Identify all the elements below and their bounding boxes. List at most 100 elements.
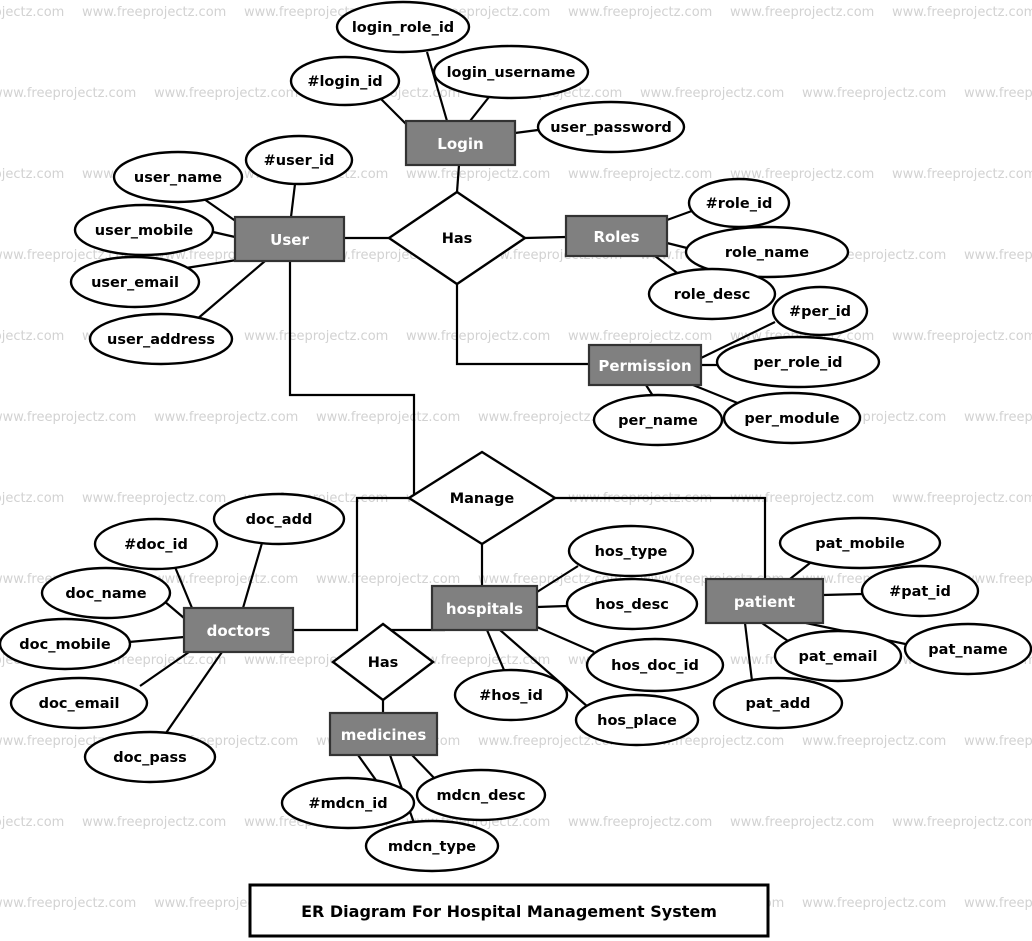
attribute-pat_add[interactable]: pat_add	[712, 676, 844, 730]
watermark-text: www.freeprojectz.com	[802, 734, 946, 749]
attribute-user_password[interactable]: user_password	[536, 100, 686, 154]
attribute-role_id[interactable]: #role_id	[687, 177, 791, 229]
relationship-label: Manage	[450, 491, 515, 507]
attribute-label: mdcn_desc	[436, 788, 525, 804]
attribute-label: hos_type	[595, 544, 668, 560]
watermark-text: www.freeprojectz.com	[0, 410, 136, 425]
attribute-per_name[interactable]: per_name	[592, 393, 724, 447]
entity-medicines[interactable]: medicines	[328, 711, 439, 757]
entity-label: Roles	[593, 228, 639, 246]
attribute-label: pat_email	[798, 649, 877, 665]
relationship-label: Has	[442, 231, 473, 247]
attribute-label: #role_id	[706, 196, 773, 212]
attribute-doc_add[interactable]: doc_add	[212, 492, 346, 546]
entity-user[interactable]: User	[233, 215, 346, 263]
attribute-user_email[interactable]: user_email	[69, 255, 201, 309]
watermark-text: www.freeprojectz.com	[0, 167, 64, 182]
attribute-label: per_role_id	[753, 355, 842, 371]
watermark-text: www.freeprojectz.com	[730, 5, 874, 20]
attribute-label: user_password	[550, 120, 672, 136]
watermark-text: www.freeprojectz.com	[892, 491, 1032, 506]
attribute-doc_email[interactable]: doc_email	[9, 676, 149, 730]
watermark-text: www.freeprojectz.com	[892, 167, 1032, 182]
attribute-doc_pass[interactable]: doc_pass	[83, 730, 217, 784]
attribute-label: #login_id	[307, 74, 382, 90]
attribute-mdcn_desc[interactable]: mdcn_desc	[415, 768, 547, 822]
attribute-pat_email[interactable]: pat_email	[773, 629, 903, 683]
attribute-per_id[interactable]: #per_id	[771, 285, 869, 337]
entity-doctors[interactable]: doctors	[182, 606, 295, 654]
entity-permission[interactable]: Permission	[587, 343, 703, 387]
entity-label: doctors	[207, 622, 271, 640]
attribute-pat_name[interactable]: pat_name	[903, 622, 1032, 676]
watermark-text: www.freeprojectz.com	[406, 329, 550, 344]
attribute-label: user_address	[107, 332, 215, 348]
attribute-label: doc_add	[246, 512, 313, 528]
attribute-pat_mobile[interactable]: pat_mobile	[778, 516, 942, 570]
attribute-user_mobile[interactable]: user_mobile	[73, 203, 215, 257]
attribute-role_desc[interactable]: role_desc	[647, 267, 777, 321]
watermark-text: www.freeprojectz.com	[964, 248, 1032, 263]
entity-login[interactable]: Login	[404, 119, 517, 167]
entity-label: Permission	[598, 357, 691, 375]
watermark-text: www.freeprojectz.com	[154, 410, 298, 425]
attribute-login_role_id[interactable]: login_role_id	[335, 0, 471, 54]
title-box: ER Diagram For Hospital Management Syste…	[248, 883, 770, 938]
attribute-label: user_email	[91, 275, 179, 291]
er-diagram-canvas: www.freeprojectz.com www.freeprojectz.com…	[0, 0, 1032, 941]
attribute-label: hos_place	[597, 713, 677, 729]
attribute-label: #user_id	[264, 153, 335, 169]
attribute-per_role_id[interactable]: per_role_id	[715, 335, 881, 389]
watermark-text: www.freeprojectz.com	[0, 5, 64, 20]
attribute-label: login_role_id	[352, 20, 454, 36]
watermark-text: www.freeprojectz.com	[316, 410, 460, 425]
entity-roles[interactable]: Roles	[564, 214, 669, 258]
attribute-doc_mobile[interactable]: doc_mobile	[0, 617, 132, 671]
attribute-label: pat_add	[746, 696, 811, 712]
attribute-doc_name[interactable]: doc_name	[40, 566, 172, 620]
attribute-hos_place[interactable]: hos_place	[574, 693, 700, 747]
attribute-mdcn_id[interactable]: #mdcn_id	[280, 776, 416, 830]
entity-patient[interactable]: patient	[704, 577, 825, 625]
attribute-hos_type[interactable]: hos_type	[567, 524, 695, 578]
attribute-label: per_name	[618, 413, 698, 429]
attribute-hos_doc_id[interactable]: hos_doc_id	[585, 637, 725, 693]
attribute-hos_id[interactable]: #hos_id	[453, 668, 569, 722]
attribute-doc_id[interactable]: #doc_id	[93, 517, 219, 571]
watermark-text: www.freeprojectz.com	[802, 896, 946, 911]
attribute-label: #hos_id	[479, 688, 543, 704]
attribute-mdcn_type[interactable]: mdcn_type	[364, 819, 500, 873]
watermark-text: www.freeprojectz.com	[568, 167, 712, 182]
attribute-label: role_name	[725, 245, 809, 261]
watermark-text: www.freeprojectz.com	[154, 572, 298, 587]
attribute-label: doc_mobile	[19, 637, 111, 653]
attribute-label: #per_id	[789, 304, 851, 320]
attribute-label: role_desc	[674, 287, 751, 303]
attribute-label: doc_pass	[113, 750, 187, 766]
attribute-label: pat_name	[928, 642, 1008, 658]
attribute-hos_desc[interactable]: hos_desc	[565, 577, 699, 631]
attribute-label: doc_name	[65, 586, 146, 602]
watermark-text: www.freeprojectz.com	[964, 86, 1032, 101]
attribute-login_username[interactable]: login_username	[432, 44, 590, 100]
watermark-text: www.freeprojectz.com	[316, 572, 460, 587]
watermark-text: www.freeprojectz.com	[154, 86, 298, 101]
attribute-user_address[interactable]: user_address	[88, 312, 234, 366]
watermark-text: www.freeprojectz.com	[568, 329, 712, 344]
attribute-user_id[interactable]: #user_id	[244, 134, 354, 186]
attribute-user_name[interactable]: user_name	[112, 150, 244, 204]
watermark-text: www.freeprojectz.com	[802, 86, 946, 101]
watermark-text: www.freeprojectz.com	[406, 167, 550, 182]
attribute-label: pat_mobile	[815, 536, 905, 552]
attribute-pat_id[interactable]: #pat_id	[860, 564, 980, 618]
entity-hospitals[interactable]: hospitals	[430, 584, 539, 632]
attribute-label: mdcn_type	[388, 839, 476, 855]
attribute-label: login_username	[447, 65, 576, 81]
watermark-text: www.freeprojectz.com	[0, 896, 136, 911]
watermark-text: www.freeprojectz.com	[892, 815, 1032, 830]
attribute-label: #mdcn_id	[308, 796, 387, 812]
attribute-login_id[interactable]: #login_id	[289, 55, 401, 107]
attribute-label: per_module	[744, 411, 839, 427]
attribute-per_module[interactable]: per_module	[722, 391, 862, 445]
watermark-text: www.freeprojectz.com	[964, 410, 1032, 425]
